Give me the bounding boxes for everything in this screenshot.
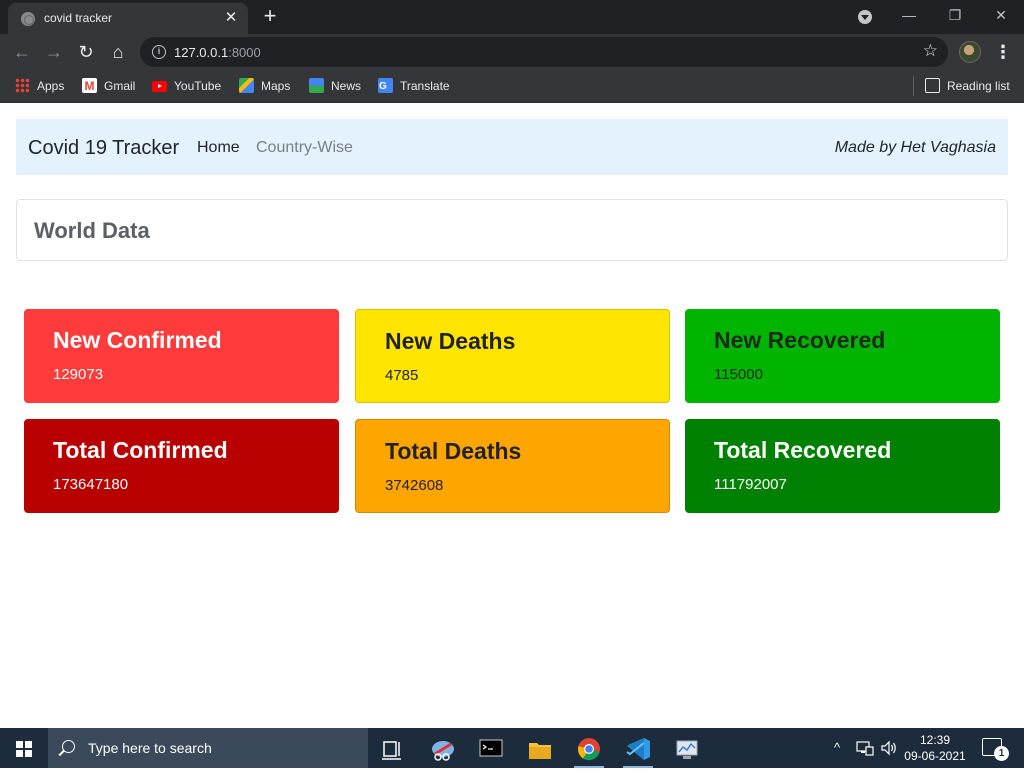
nav-link-country-wise[interactable]: Country-Wise [256, 139, 353, 157]
volume-icon[interactable] [880, 740, 898, 759]
stat-title: New Recovered [714, 327, 886, 353]
stat-title: Total Recovered [714, 437, 892, 463]
author-credit: Made by Het Vaghasia [834, 139, 996, 156]
navbar-brand[interactable]: Covid 19 Tracker [28, 137, 179, 160]
taskbar-search-placeholder: Type here to search [88, 740, 212, 756]
stat-card-new-recovered: New Recovered 115000 [685, 309, 1000, 403]
stat-title: New Confirmed [53, 327, 222, 353]
file-explorer-icon[interactable] [521, 734, 559, 768]
stat-card-total-recovered: Total Recovered 111792007 [685, 419, 1000, 513]
back-arrow-icon[interactable]: ← [9, 39, 35, 65]
stat-title: Total Confirmed [53, 437, 228, 463]
forward-arrow-icon[interactable]: → [41, 39, 67, 65]
globe-icon [21, 12, 35, 26]
start-button[interactable] [0, 728, 48, 768]
bookmark-youtube[interactable]: YouTube [152, 77, 221, 95]
chrome-taskbar-icon[interactable] [570, 734, 608, 768]
reload-icon[interactable]: ↻ [73, 39, 99, 65]
tab-search-icon[interactable] [858, 10, 872, 24]
stat-card-new-deaths: New Deaths 4785 [355, 309, 670, 403]
stat-card-total-confirmed: Total Confirmed 173647180 [24, 419, 339, 513]
clock-time: 12:39 [919, 733, 951, 747]
bookmark-news[interactable]: News [309, 77, 361, 95]
system-clock[interactable]: 12:39 09-06-2021 [900, 732, 970, 764]
bookmarks-bar: Apps Gmail YouTube Maps News Translate R… [0, 70, 1024, 103]
home-icon[interactable]: ⌂ [105, 39, 131, 65]
tab-title: covid tracker [44, 11, 113, 25]
url-text[interactable]: 127.0.0.1:8000 [174, 45, 261, 60]
maps-icon [239, 78, 254, 94]
close-tab-icon[interactable]: ✕ [222, 9, 240, 27]
search-icon [62, 740, 75, 753]
bookmark-gmail[interactable]: Gmail [82, 77, 135, 95]
stat-card-total-deaths: Total Deaths 3742608 [355, 419, 670, 513]
menu-kebab-icon[interactable]: ⋮ [994, 40, 1012, 64]
minimize-button[interactable]: — [886, 0, 932, 30]
stat-title: Total Deaths [385, 438, 522, 464]
action-center-icon[interactable]: 1 [982, 738, 1009, 761]
profile-avatar[interactable] [959, 41, 981, 63]
close-window-button[interactable]: ✕ [978, 0, 1024, 30]
bookmark-translate[interactable]: Translate [378, 77, 450, 96]
apps-grid-icon [15, 78, 30, 94]
bookmark-star-icon[interactable]: ☆ [923, 41, 938, 61]
stat-title: New Deaths [385, 328, 516, 354]
site-navbar: Covid 19 Tracker Home Country-Wise Made … [16, 119, 1008, 175]
bookmark-maps[interactable]: Maps [239, 77, 290, 95]
address-bar[interactable]: i 127.0.0.1:8000 ☆ [140, 37, 948, 67]
browser-toolbar: ← → ↻ ⌂ i 127.0.0.1:8000 ☆ ⋮ [0, 34, 1024, 70]
taskbar-search-box[interactable]: Type here to search [48, 728, 368, 768]
site-info-icon[interactable]: i [152, 45, 166, 59]
windows-taskbar: Type here to search ^ 12:39 09-06-2021 1 [0, 728, 1024, 768]
stat-value: 111792007 [714, 476, 787, 493]
bookmark-apps[interactable]: Apps [15, 77, 64, 95]
stat-value: 4785 [385, 367, 419, 384]
browser-tabstrip: covid tracker ✕ + — ❐ ✕ [0, 0, 1024, 34]
youtube-icon [152, 81, 167, 93]
world-data-header: World Data [16, 199, 1008, 261]
windows-logo-icon [16, 741, 32, 757]
show-hidden-icons-chevron[interactable]: ^ [834, 740, 840, 755]
reading-list-button[interactable]: Reading list [925, 77, 1010, 95]
stat-value: 173647180 [53, 476, 129, 493]
translate-icon [378, 78, 393, 96]
nav-link-home[interactable]: Home [197, 139, 240, 157]
stat-value: 129073 [53, 366, 104, 383]
snipping-tool-icon[interactable] [424, 734, 462, 768]
task-view-icon[interactable] [373, 734, 411, 768]
world-data-title: World Data [34, 218, 150, 243]
browser-tab[interactable]: covid tracker ✕ [8, 3, 248, 34]
news-icon [309, 78, 324, 94]
new-tab-button[interactable]: + [258, 5, 282, 29]
stat-value: 115000 [714, 366, 763, 383]
monitor-app-icon[interactable] [668, 734, 706, 768]
restore-button[interactable]: ❐ [932, 0, 978, 30]
bookmarks-divider [913, 76, 914, 96]
network-icon[interactable] [856, 740, 874, 759]
stat-card-new-confirmed: New Confirmed 129073 [24, 309, 339, 403]
stat-value: 3742608 [385, 477, 444, 494]
reading-list-icon [925, 78, 940, 94]
gmail-icon [82, 77, 97, 95]
terminal-icon[interactable] [472, 734, 510, 768]
vscode-taskbar-icon[interactable] [619, 734, 657, 768]
notification-count-badge: 1 [994, 746, 1009, 761]
page-content: Covid 19 Tracker Home Country-Wise Made … [0, 104, 1024, 728]
clock-date: 09-06-2021 [904, 749, 966, 763]
